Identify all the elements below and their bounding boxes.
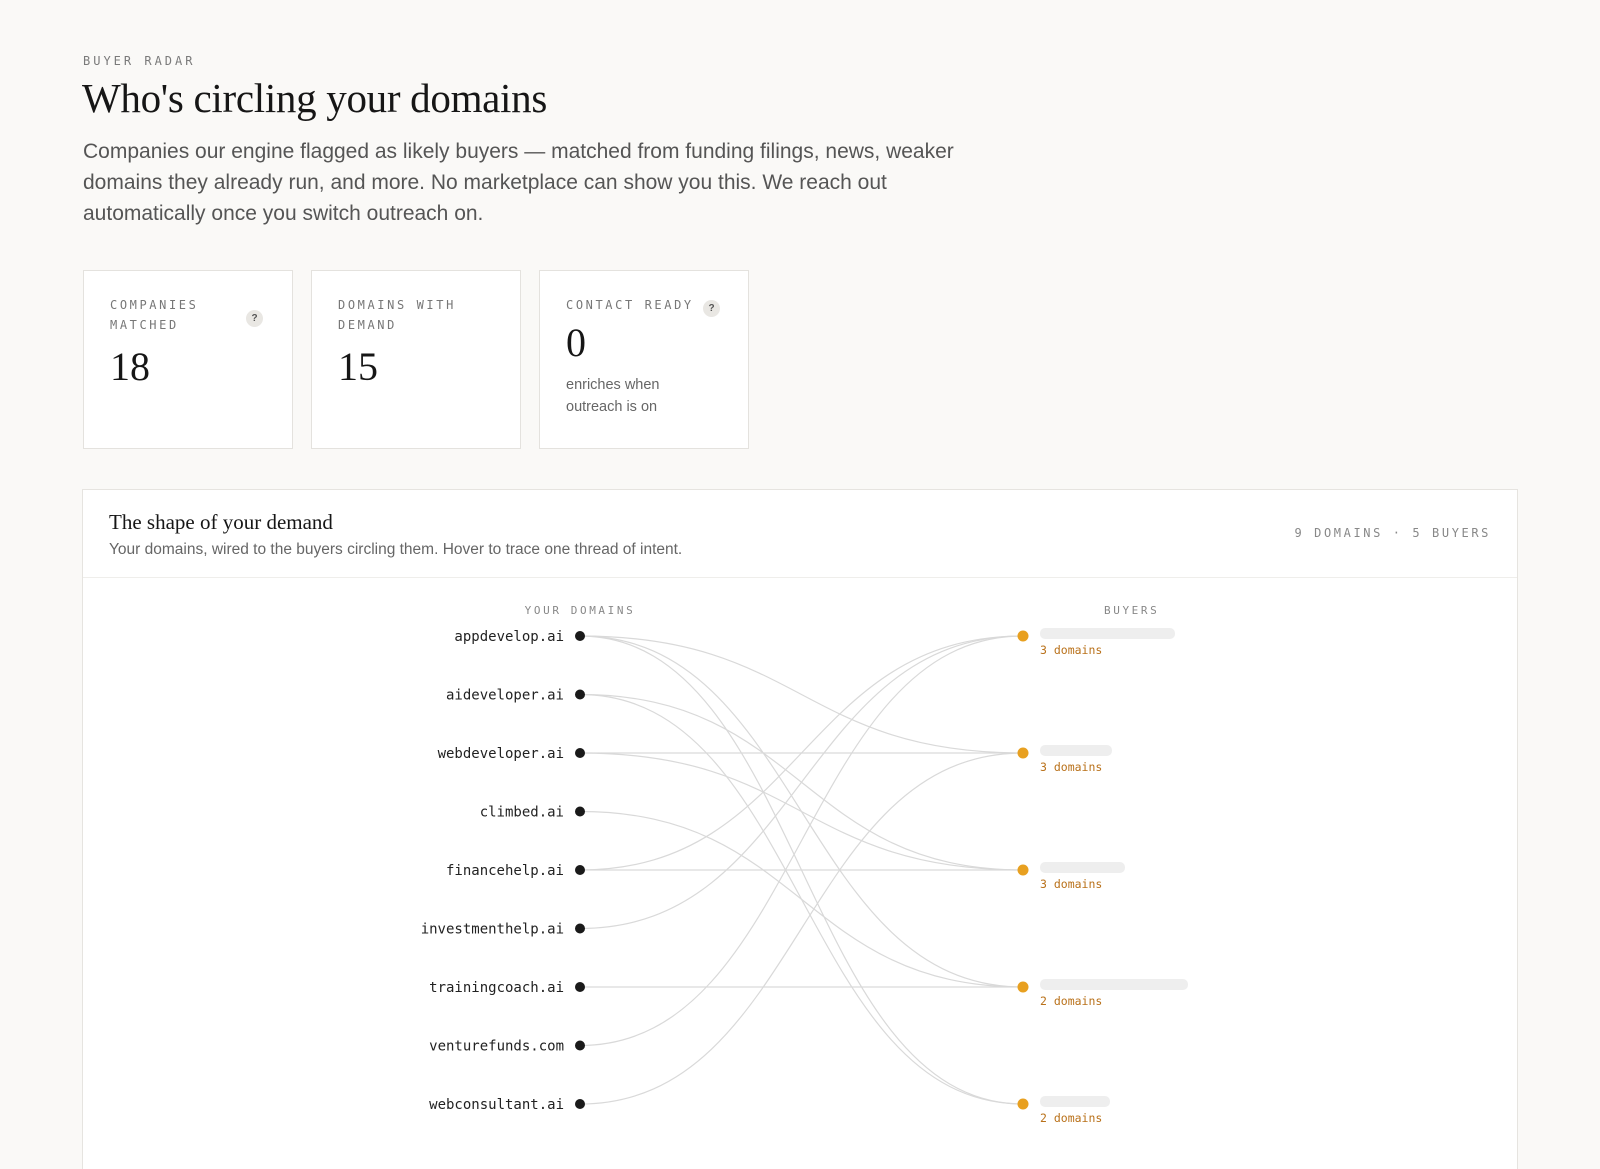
domain-label[interactable]: investmenthelp.ai [421,922,564,938]
buyer-domain-count: 2 domains [1040,994,1102,1008]
help-icon[interactable]: ? [246,310,263,327]
stat-value: 18 [110,344,150,389]
graph-link[interactable] [579,810,1024,988]
redacted-buyer-name [1040,745,1112,756]
demand-graph-panel: The shape of your demand Your domains, w… [82,489,1518,1169]
domain-nodes: appdevelop.ai aideveloper.ai webdeveloper.… [421,629,585,1113]
graph-link[interactable] [579,635,1024,754]
domain-label[interactable]: appdevelop.ai [454,629,564,645]
stat-value: 0 [566,320,586,365]
buyer-node-dot[interactable] [1017,864,1029,876]
buyer-domain-count: 3 domains [1040,760,1102,774]
domain-node-dot[interactable] [575,1099,585,1109]
eyebrow-label: BUYER RADAR [83,54,196,68]
stat-value: 15 [338,344,378,389]
stat-card-domains-with-demand: DOMAINS WITH DEMAND 15 [311,270,521,449]
domain-label[interactable]: climbed.ai [480,805,564,821]
buyer-node-dot[interactable] [1017,981,1029,993]
domain-node-dot[interactable] [575,923,585,934]
graph-links [579,635,1024,1105]
domain-label[interactable]: financehelp.ai [446,863,564,879]
buyers-column-heading: BUYERS [1104,604,1159,617]
domain-node-dot[interactable] [575,982,585,992]
demand-graph: YOUR DOMAINS BUYERS appdevelop.ai aidevel… [421,604,1188,1125]
redacted-buyer-name [1040,862,1125,873]
domain-node-dot[interactable] [575,865,585,875]
buyer-node-dot[interactable] [1017,747,1029,759]
buyer-domain-count: 3 domains [1040,877,1102,891]
domains-column-heading: YOUR DOMAINS [525,604,636,617]
domain-label[interactable]: webconsultant.ai [429,1097,564,1113]
domain-node-dot[interactable] [575,748,585,758]
domain-label[interactable]: trainingcoach.ai [429,980,564,996]
stat-label: COMPANIES MATCHED [110,298,199,332]
buyer-domain-count: 3 domains [1040,643,1102,657]
page-title: Who's circling your domains [82,75,548,121]
domain-node-dot[interactable] [575,689,585,700]
graph-link[interactable] [579,635,1024,930]
domain-label[interactable]: aideveloper.ai [446,688,564,704]
stat-note: enriches when outreach is on [566,377,660,415]
domain-node-dot[interactable] [575,1040,585,1051]
redacted-buyer-name [1040,979,1188,990]
redacted-buyer-name [1040,1096,1110,1107]
help-icon[interactable]: ? [703,300,720,317]
graph-link[interactable] [579,635,1024,1047]
domain-label[interactable]: webdeveloper.ai [438,746,564,762]
buyer-domain-count: 2 domains [1040,1111,1102,1125]
intro-text: Companies our engine flagged as likely b… [83,140,954,225]
buyer-nodes: 3 domains 3 domains 3 domains 2 domains 2 do… [1017,628,1188,1125]
redacted-buyer-name [1040,628,1175,639]
stat-card-companies-matched: COMPANIES MATCHED ? 18 [83,270,293,449]
buyer-node-dot[interactable] [1017,1098,1029,1110]
stat-card-contact-ready: CONTACT READY ? 0 enriches when outreach… [539,270,749,449]
graph-link[interactable] [579,752,1024,871]
buyer-node-dot[interactable] [1017,630,1029,642]
domain-node-dot[interactable] [575,806,585,817]
graph-link[interactable] [579,752,1024,1105]
domain-label[interactable]: venturefunds.com [429,1039,564,1055]
domain-node-dot[interactable] [575,631,585,641]
stat-label: DOMAINS WITH DEMAND [338,298,456,332]
